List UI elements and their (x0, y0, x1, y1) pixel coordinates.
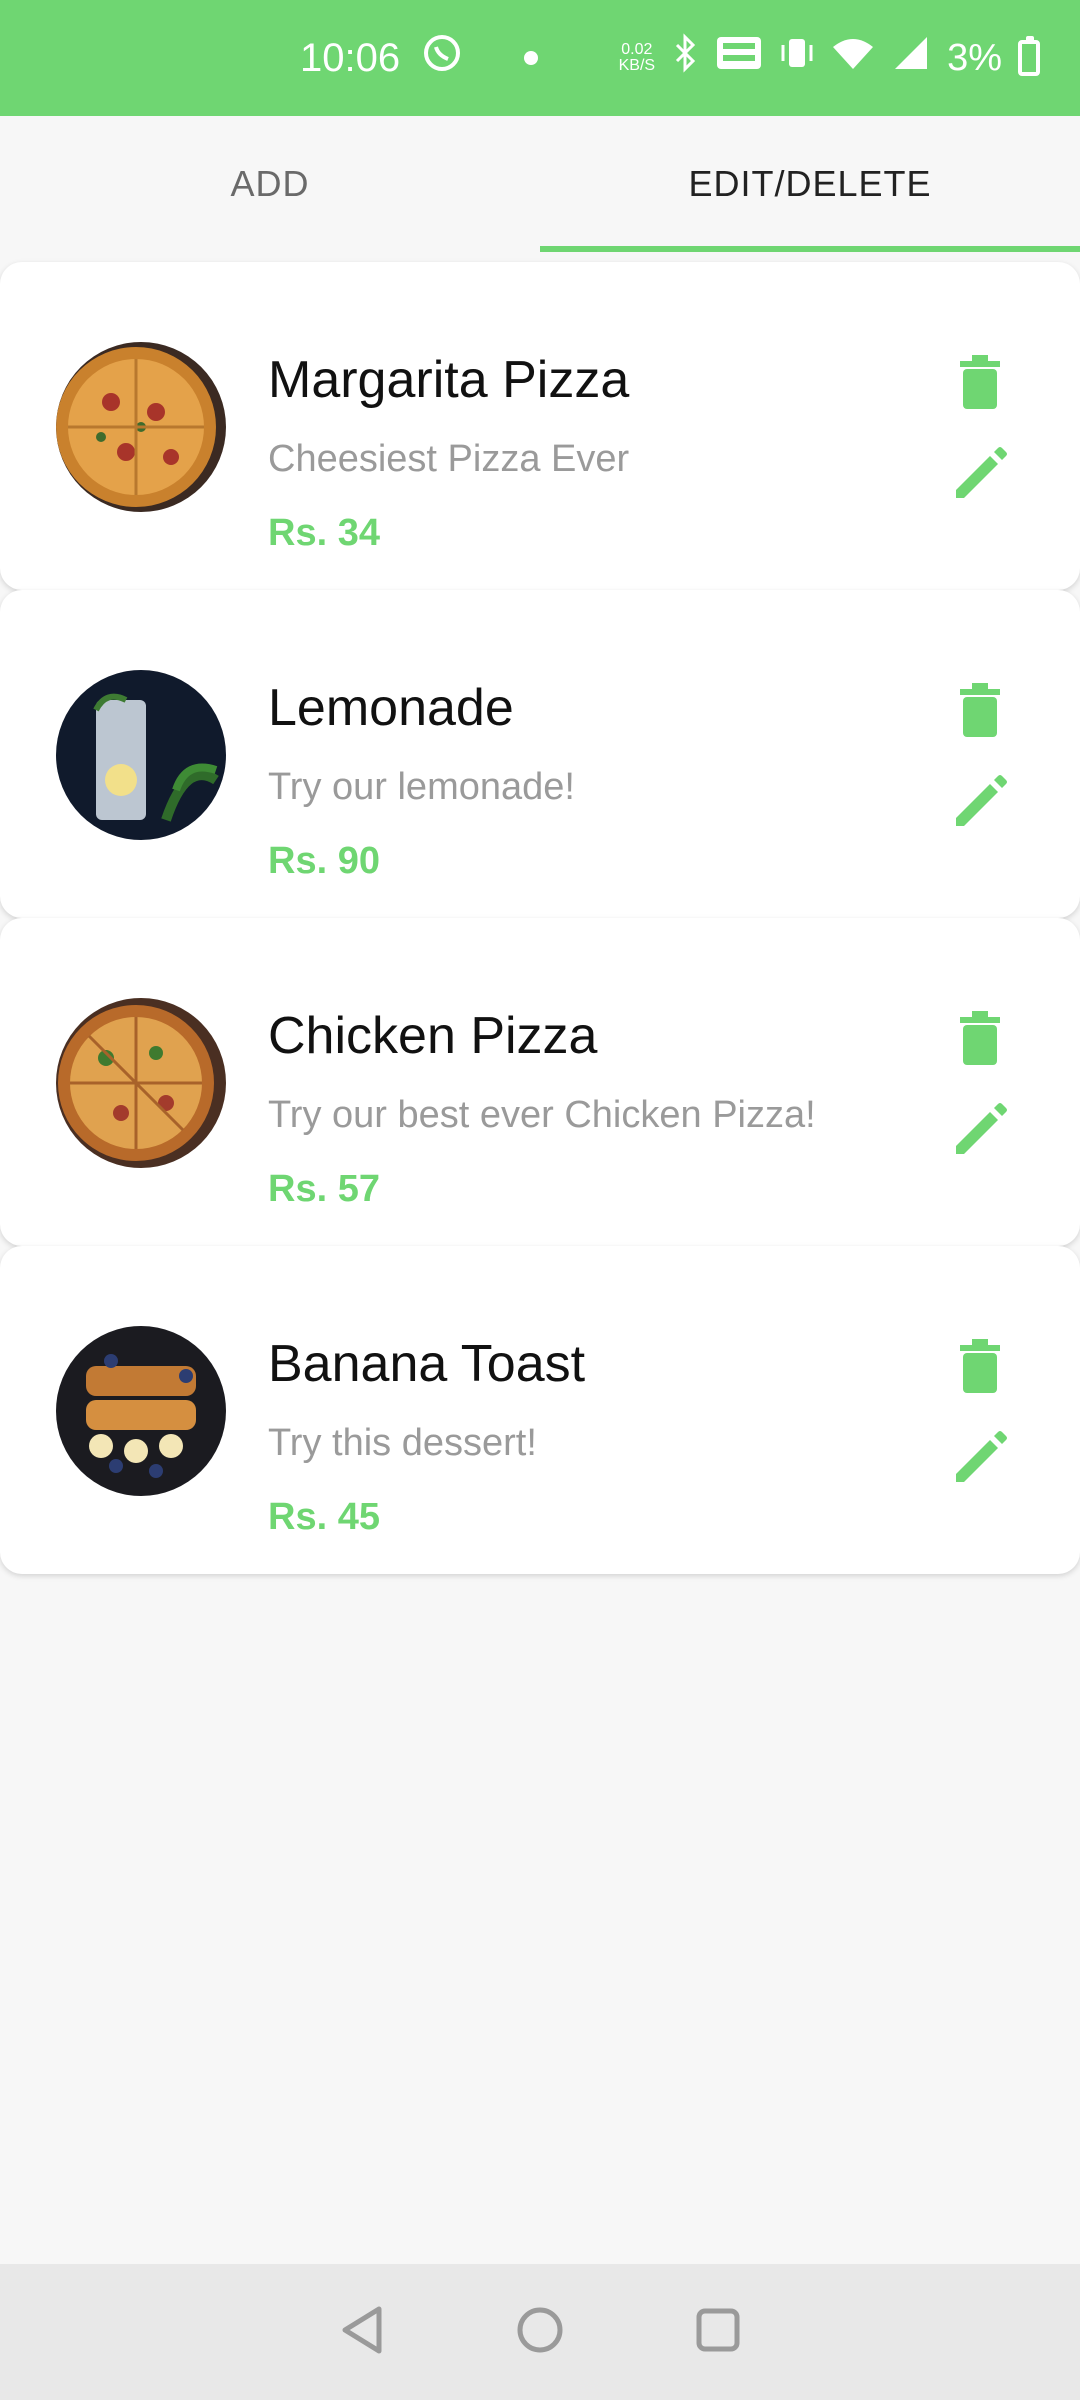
tab-add[interactable]: ADD (0, 116, 540, 252)
signal-icon (891, 33, 931, 83)
trash-icon[interactable] (948, 1334, 1012, 1398)
item-description: Try this dessert! (268, 1422, 537, 1464)
recents-icon[interactable] (695, 2307, 741, 2358)
network-speed-value: 0.02 (621, 41, 653, 58)
status-bar: 10:06 0.02 KB/S 3% (0, 0, 1080, 116)
tab-bar: ADD EDIT/DELETE (0, 116, 1080, 252)
network-speed-unit: KB/S (618, 57, 656, 74)
item-image-chicken-pizza (56, 998, 226, 1168)
list-item[interactable]: Banana Toast Try this dessert! Rs. 45 (0, 1246, 1080, 1574)
item-description: Cheesiest Pizza Ever (268, 438, 630, 480)
network-speed: 0.02 KB/S (619, 42, 655, 74)
pencil-icon[interactable] (948, 1426, 1012, 1490)
item-image-margarita-pizza (56, 342, 226, 512)
back-icon[interactable] (339, 2305, 385, 2360)
list-item[interactable]: Margarita Pizza Cheesiest Pizza Ever Rs.… (0, 262, 1080, 590)
vowifi-icon (715, 33, 763, 83)
bluetooth-icon (671, 33, 699, 83)
battery-icon (1018, 36, 1040, 76)
item-image-lemonade (56, 670, 226, 840)
vibrate-icon (779, 33, 815, 83)
trash-icon[interactable] (948, 350, 1012, 414)
whatsapp-icon (422, 33, 462, 83)
status-right: 0.02 KB/S 3% (619, 33, 1040, 83)
pencil-icon[interactable] (948, 442, 1012, 506)
item-title: Margarita Pizza (268, 351, 630, 409)
status-left: 10:06 (300, 0, 539, 116)
item-title: Lemonade (268, 679, 514, 737)
item-title: Banana Toast (268, 1335, 586, 1393)
trash-icon[interactable] (948, 678, 1012, 742)
item-image-banana-toast (56, 1326, 226, 1496)
status-time: 10:06 (300, 35, 401, 80)
list-item[interactable]: Lemonade Try our lemonade! Rs. 90 (0, 590, 1080, 918)
item-price: Rs. 45 (268, 1496, 380, 1538)
system-nav-bar (0, 2264, 1080, 2400)
item-price: Rs. 57 (268, 1168, 380, 1210)
notification-dot-icon (524, 51, 539, 65)
item-price: Rs. 34 (268, 512, 380, 554)
item-description: Try our best ever Chicken Pizza! (268, 1094, 816, 1136)
list-item[interactable]: Chicken Pizza Try our best ever Chicken … (0, 918, 1080, 1246)
battery-percent: 3% (947, 36, 1002, 79)
home-icon[interactable] (515, 2305, 565, 2360)
pencil-icon[interactable] (948, 770, 1012, 834)
item-price: Rs. 90 (268, 840, 380, 882)
item-list: Margarita Pizza Cheesiest Pizza Ever Rs.… (0, 262, 1080, 1574)
item-description: Try our lemonade! (268, 766, 575, 808)
trash-icon[interactable] (948, 1006, 1012, 1070)
wifi-icon (831, 33, 875, 83)
item-title: Chicken Pizza (268, 1007, 598, 1065)
tab-edit-delete[interactable]: EDIT/DELETE (540, 116, 1080, 252)
pencil-icon[interactable] (948, 1098, 1012, 1162)
